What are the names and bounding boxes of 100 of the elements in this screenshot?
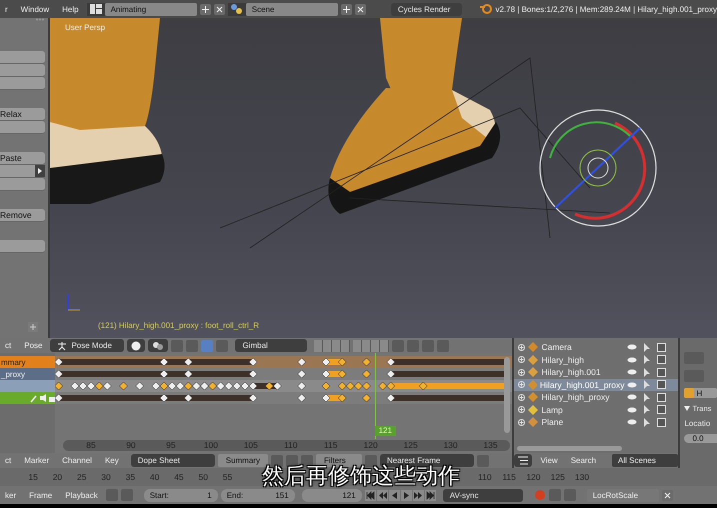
tool-button[interactable]: Relax <box>0 108 45 121</box>
tool-dropdown[interactable] <box>0 165 45 178</box>
tool-button[interactable]: Remove <box>0 209 45 222</box>
caret-icon <box>35 165 45 177</box>
circles-icon <box>152 340 164 350</box>
expand-icon[interactable] <box>518 406 526 414</box>
menu-item[interactable]: View <box>535 456 563 465</box>
current-frame-marker[interactable]: 121 <box>374 426 396 436</box>
frame-number: 55 <box>222 472 234 482</box>
eye-icon[interactable] <box>627 406 638 414</box>
previous-key-button[interactable] <box>376 490 388 500</box>
eye-icon[interactable] <box>627 343 638 352</box>
tool-button[interactable] <box>0 240 45 253</box>
frame-number: 130 <box>574 472 590 482</box>
menu-item[interactable]: Marker <box>19 456 54 465</box>
plus-icon[interactable] <box>28 322 38 332</box>
name-field[interactable]: H <box>684 388 717 398</box>
expand-icon[interactable] <box>518 394 526 401</box>
scrollbar[interactable] <box>504 357 510 433</box>
tool-button[interactable] <box>0 51 45 64</box>
add-icon[interactable] <box>340 4 352 14</box>
eye-icon[interactable] <box>627 393 638 402</box>
next-key-button[interactable] <box>412 490 424 500</box>
object-name: Hilary_high.001 <box>541 367 601 378</box>
tool-button[interactable]: Paste <box>0 152 45 165</box>
number-field[interactable]: 0.0 <box>684 434 717 443</box>
close-icon[interactable] <box>354 4 366 14</box>
tool-button[interactable] <box>0 178 45 191</box>
pivot-dropdown[interactable] <box>148 339 168 352</box>
outliner-item[interactable]: Plane <box>514 416 678 428</box>
expand-icon[interactable] <box>518 344 526 351</box>
scene-icon[interactable] <box>228 2 246 16</box>
current-frame-field[interactable]: 121 <box>302 488 362 502</box>
channel-row[interactable]: _proxy <box>0 368 55 380</box>
tool-button[interactable] <box>0 121 45 134</box>
summary-toggle[interactable]: Summary <box>218 454 268 467</box>
editor-type-dropdown[interactable] <box>514 454 532 467</box>
current-frame-line[interactable] <box>374 353 376 439</box>
object-name: Hilary_high_proxy <box>541 392 610 402</box>
screen-layout-field[interactable]: Animating <box>104 2 197 16</box>
orientation-dropdown[interactable]: Gimbal <box>235 339 308 352</box>
status-info: v2.78 | Bones:1/2,276 | Mem:289.24M | Hilary_high.001_proxy <box>496 4 717 14</box>
add-icon[interactable] <box>200 4 211 14</box>
scrollbar[interactable] <box>517 446 622 451</box>
channel-row[interactable]: mmary <box>0 356 55 368</box>
expand-icon[interactable] <box>518 418 526 426</box>
menu-item[interactable]: ct <box>0 456 16 465</box>
eye-icon[interactable] <box>627 380 638 389</box>
eye-icon[interactable] <box>627 356 638 364</box>
close-icon[interactable] <box>214 4 225 14</box>
close-icon[interactable] <box>662 490 673 500</box>
display-filter-field[interactable]: All Scenes <box>612 454 678 467</box>
layout-icon[interactable] <box>86 2 105 16</box>
expand-icon[interactable] <box>518 368 526 376</box>
menu-item[interactable]: ct <box>0 341 16 350</box>
outliner-item[interactable]: Lamp <box>514 404 678 416</box>
menu-item[interactable]: Help <box>57 4 84 14</box>
editor-mode-dropdown[interactable]: Dope Sheet <box>130 454 215 467</box>
outliner-item[interactable]: Hilary_high_proxy <box>514 391 678 404</box>
jump-end-button[interactable] <box>424 490 436 500</box>
outliner-item[interactable]: Hilary_high <box>514 354 678 366</box>
menu-item[interactable]: Frame <box>24 490 58 500</box>
outliner-item[interactable]: Hilary_high.001 <box>514 366 678 378</box>
eye-icon[interactable] <box>627 368 638 376</box>
shading-dropdown[interactable] <box>127 339 146 352</box>
keying-set-field[interactable]: LocRotScale <box>586 488 659 502</box>
eye-icon[interactable] <box>627 418 638 426</box>
render-engine-dropdown[interactable]: Cycles Render <box>390 2 462 16</box>
object-icon <box>528 404 538 415</box>
menu-item[interactable]: Playback <box>60 490 103 500</box>
menu-item[interactable]: Pose <box>19 341 48 350</box>
tool-button[interactable] <box>0 64 45 77</box>
start-frame-field[interactable]: Start: 1 <box>144 488 218 502</box>
layer-grid-icon[interactable] <box>314 340 350 352</box>
menu-item[interactable]: Search <box>566 456 602 465</box>
tool-button[interactable] <box>0 77 45 90</box>
frame-number: 95 <box>165 440 177 451</box>
frame-number: 25 <box>76 472 88 482</box>
menu-item[interactable]: Window <box>16 4 54 14</box>
3d-viewport[interactable]: User Persp (121) Hilary_high.001_proxy : foot_roll_ctrl_R <box>50 18 717 338</box>
scene-field[interactable]: Scene <box>246 2 338 16</box>
expand-icon[interactable] <box>518 356 526 364</box>
mode-dropdown[interactable]: Pose Mode <box>50 339 124 352</box>
expand-icon[interactable] <box>518 381 525 388</box>
menu-item[interactable]: ker <box>0 490 22 500</box>
jump-start-button[interactable] <box>364 490 376 500</box>
drag-handle-icon[interactable] <box>36 18 44 21</box>
outliner-item[interactable]: Camera <box>514 341 678 354</box>
view-label: User Persp <box>65 23 106 32</box>
menu-item[interactable]: r <box>0 4 13 14</box>
object-icon <box>528 417 538 428</box>
filters-button[interactable]: Filters <box>316 454 362 467</box>
layer-grid-icon[interactable] <box>353 340 390 352</box>
sync-dropdown[interactable]: AV-sync <box>442 488 523 502</box>
outliner-item[interactable]: Hilary_high.001_proxy <box>514 378 678 391</box>
end-frame-field[interactable]: End: 151 <box>220 488 295 502</box>
frame-number: 120 <box>362 440 379 451</box>
field-label: Locatio <box>684 419 712 428</box>
menu-item[interactable]: Channel <box>57 456 97 465</box>
menu-item[interactable]: Key <box>100 456 124 465</box>
